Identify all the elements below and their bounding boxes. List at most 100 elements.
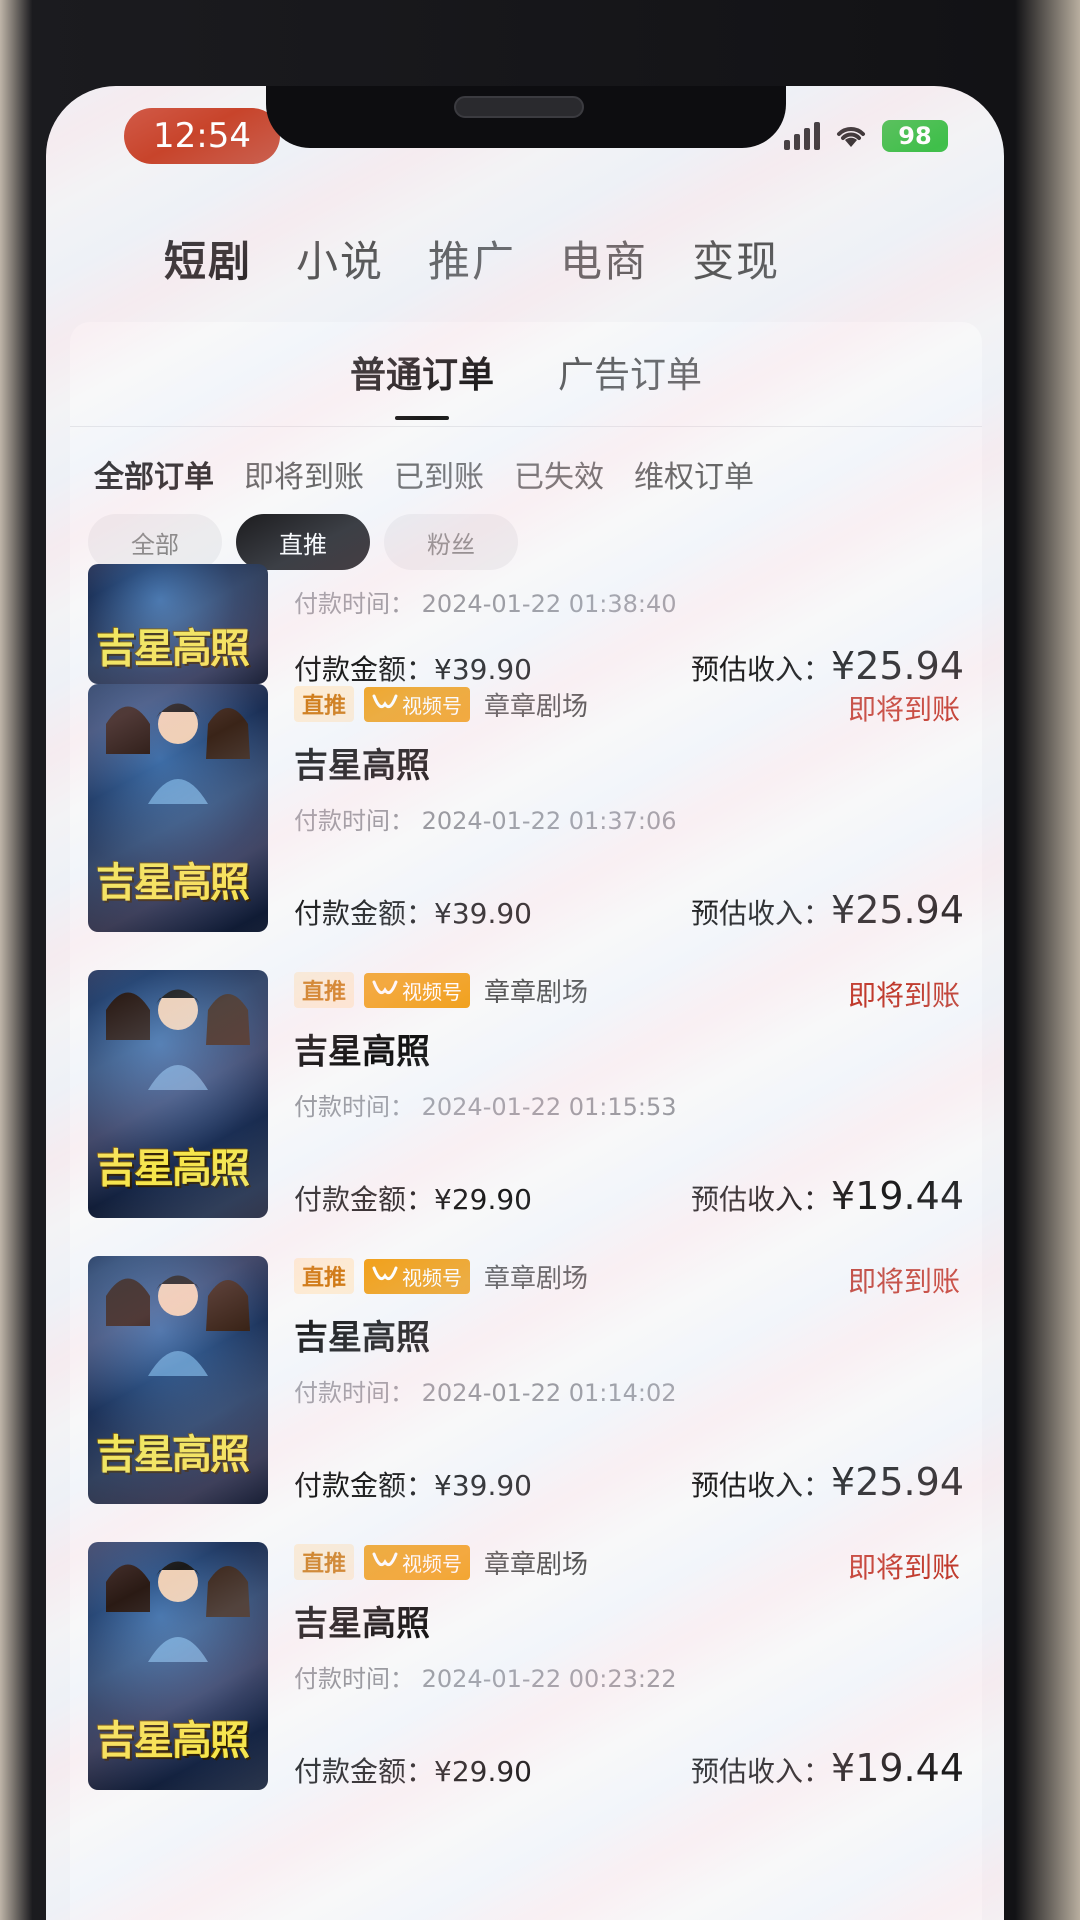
estimate-value: ¥19.44 [831, 1174, 964, 1218]
filter-pending[interactable]: 即将到账 [244, 452, 364, 496]
order-info: 直推 视频号 章章剧场 即将到账 吉星高照 付款时间： 2024-01-22 0… [294, 1256, 964, 1504]
source-name: 章章剧场 [484, 977, 589, 1008]
chip-all[interactable]: 全部 [88, 514, 222, 570]
filter-all-orders[interactable]: 全部订单 [94, 452, 214, 496]
poster-image: 吉星高照 [88, 1542, 268, 1790]
poster-faces [106, 989, 250, 1090]
tab-short-drama[interactable]: 短剧 [164, 228, 252, 289]
tab-ad-orders[interactable]: 广告订单 [558, 346, 702, 420]
source-chips: 全部 直推 粉丝 [88, 514, 518, 570]
status-indicators: 98 [784, 120, 948, 152]
order-info: 直推 视频号 章章剧场 即将到账 吉星高照 付款时间： 2024-01-22 0… [294, 1542, 964, 1790]
app-screen: 12:54 98 短剧 小说 推广 电商 变现 普通订单 广告订单 全部订单 即… [46, 86, 1004, 1920]
chip-direct[interactable]: 直推 [236, 514, 370, 570]
estimate-income: 预估收入：¥25.94 [691, 1460, 964, 1504]
platform-label: 视频号 [402, 1265, 463, 1290]
order-info: 直推 视频号 章章剧场 即将到账 吉星高照 付款时间： 2024-01-22 0… [294, 970, 964, 1218]
platform-tag: 视频号 [364, 1258, 471, 1294]
order-info: 付款时间： 2024-01-22 01:38:40 付款金额：¥39.90 预估… [294, 584, 964, 688]
order-status: 即将到账 [847, 693, 960, 726]
pay-amount: 付款金额：¥39.90 [294, 653, 532, 686]
filter-settled[interactable]: 已到账 [394, 452, 484, 496]
order-info: 直推 视频号 章章剧场 即将到账 吉星高照 付款时间： 2024-01-22 0… [294, 684, 964, 932]
money-row: 付款金额：¥29.90 预估收入：¥19.44 [294, 1174, 964, 1218]
pay-time: 付款时间： 2024-01-22 01:14:02 [294, 1379, 677, 1407]
video-channel-icon [372, 694, 398, 709]
drama-title: 吉星高照 [294, 746, 430, 786]
wifi-icon [837, 127, 865, 147]
direct-tag: 直推 [294, 686, 355, 722]
platform-tag: 视频号 [364, 686, 471, 722]
drama-title: 吉星高照 [294, 1032, 430, 1072]
poster-title-art: 吉星高照 [96, 1146, 250, 1192]
estimate-income: 预估收入：¥25.94 [691, 644, 964, 688]
chip-fans[interactable]: 粉丝 [384, 514, 518, 570]
battery-icon: 98 [882, 120, 948, 152]
order-status: 即将到账 [847, 1265, 960, 1298]
status-time: 12:54 [124, 108, 280, 164]
estimate-value: ¥25.94 [831, 888, 964, 932]
direct-tag: 直推 [294, 1258, 355, 1294]
video-channel-icon [372, 1552, 398, 1567]
pay-time: 付款时间： 2024-01-22 00:23:22 [294, 1665, 677, 1693]
order-item[interactable]: 吉星高照 付款时间： 2024-01-22 01:38:40 付款金额：¥39.… [88, 564, 982, 688]
tab-novel[interactable]: 小说 [296, 228, 384, 289]
order-item[interactable]: 吉星高照 直推 视频号 章章剧场 即将到账 吉星高照 付款时间： 2024-01… [88, 684, 982, 970]
video-channel-icon [372, 980, 398, 995]
drama-title: 吉星高照 [294, 1604, 430, 1644]
poster-title-art: 吉星高照 [96, 860, 250, 906]
poster-image: 吉星高照 [88, 684, 268, 932]
estimate-income: 预估收入：¥25.94 [691, 888, 964, 932]
estimate-label: 预估收入： [691, 897, 832, 930]
estimate-value: ¥25.94 [831, 644, 964, 688]
tab-promotion[interactable]: 推广 [428, 228, 516, 289]
source-name: 章章剧场 [484, 1263, 589, 1294]
poster-title-art: 吉星高照 [96, 1718, 250, 1764]
platform-tag: 视频号 [364, 1544, 471, 1580]
platform-label: 视频号 [402, 693, 463, 718]
source-name: 章章剧场 [484, 1549, 589, 1580]
pay-time: 付款时间： 2024-01-22 01:37:06 [294, 807, 677, 835]
tab-monetize[interactable]: 变现 [692, 228, 780, 289]
filter-invalid[interactable]: 已失效 [514, 452, 604, 496]
tab-ecommerce[interactable]: 电商 [560, 228, 648, 289]
poster-faces [106, 1561, 250, 1662]
direct-tag: 直推 [294, 972, 355, 1008]
estimate-label: 预估收入： [691, 653, 832, 686]
pay-time: 付款时间： 2024-01-22 01:15:53 [294, 1093, 677, 1121]
tab-normal-orders[interactable]: 普通订单 [350, 346, 494, 420]
money-row: 付款金额：¥39.90 预估收入：¥25.94 [294, 644, 964, 688]
poster-image: 吉星高照 [88, 970, 268, 1218]
platform-label: 视频号 [402, 1551, 463, 1576]
platform-label: 视频号 [402, 979, 463, 1004]
poster-image: 吉星高照 [88, 1256, 268, 1504]
filter-dispute[interactable]: 维权订单 [634, 452, 754, 496]
order-item[interactable]: 吉星高照 直推 视频号 章章剧场 即将到账 吉星高照 付款时间： 2024-01… [88, 970, 982, 1256]
poster-title-art: 吉星高照 [96, 626, 250, 672]
money-row: 付款金额：¥29.90 预估收入：¥19.44 [294, 1746, 964, 1790]
money-row: 付款金额：¥39.90 预估收入：¥25.94 [294, 1460, 964, 1504]
order-type-tabs: 普通订单 广告订单 [70, 346, 982, 420]
source-name: 章章剧场 [484, 691, 589, 722]
order-list[interactable]: 吉星高照 付款时间： 2024-01-22 01:38:40 付款金额：¥39.… [70, 564, 982, 1828]
poster-faces [106, 1275, 250, 1376]
pay-amount: 付款金额：¥29.90 [294, 1755, 532, 1788]
estimate-label: 预估收入： [691, 1755, 832, 1788]
order-item[interactable]: 吉星高照 直推 视频号 章章剧场 即将到账 吉星高照 付款时间： 2024-01… [88, 1256, 982, 1542]
poster-faces [106, 703, 250, 804]
estimate-income: 预估收入：¥19.44 [691, 1174, 964, 1218]
direct-tag: 直推 [294, 1544, 355, 1580]
top-tabs: 短剧 小说 推广 电商 变现 [46, 228, 1004, 289]
estimate-label: 预估收入： [691, 1183, 832, 1216]
pay-amount: 付款金额：¥39.90 [294, 897, 532, 930]
order-status: 即将到账 [847, 979, 960, 1012]
order-status: 即将到账 [847, 1551, 960, 1584]
money-row: 付款金额：¥39.90 预估收入：¥25.94 [294, 888, 964, 932]
estimate-value: ¥25.94 [831, 1460, 964, 1504]
video-channel-icon [372, 1266, 398, 1281]
order-item[interactable]: 吉星高照 直推 视频号 章章剧场 即将到账 吉星高照 付款时间： 2024-01… [88, 1542, 982, 1828]
orders-panel: 普通订单 广告订单 全部订单 即将到账 已到账 已失效 维权订单 全部 直推 粉… [70, 322, 982, 1920]
estimate-value: ¥19.44 [831, 1746, 964, 1790]
divider [70, 426, 982, 427]
drama-title: 吉星高照 [294, 1318, 430, 1358]
